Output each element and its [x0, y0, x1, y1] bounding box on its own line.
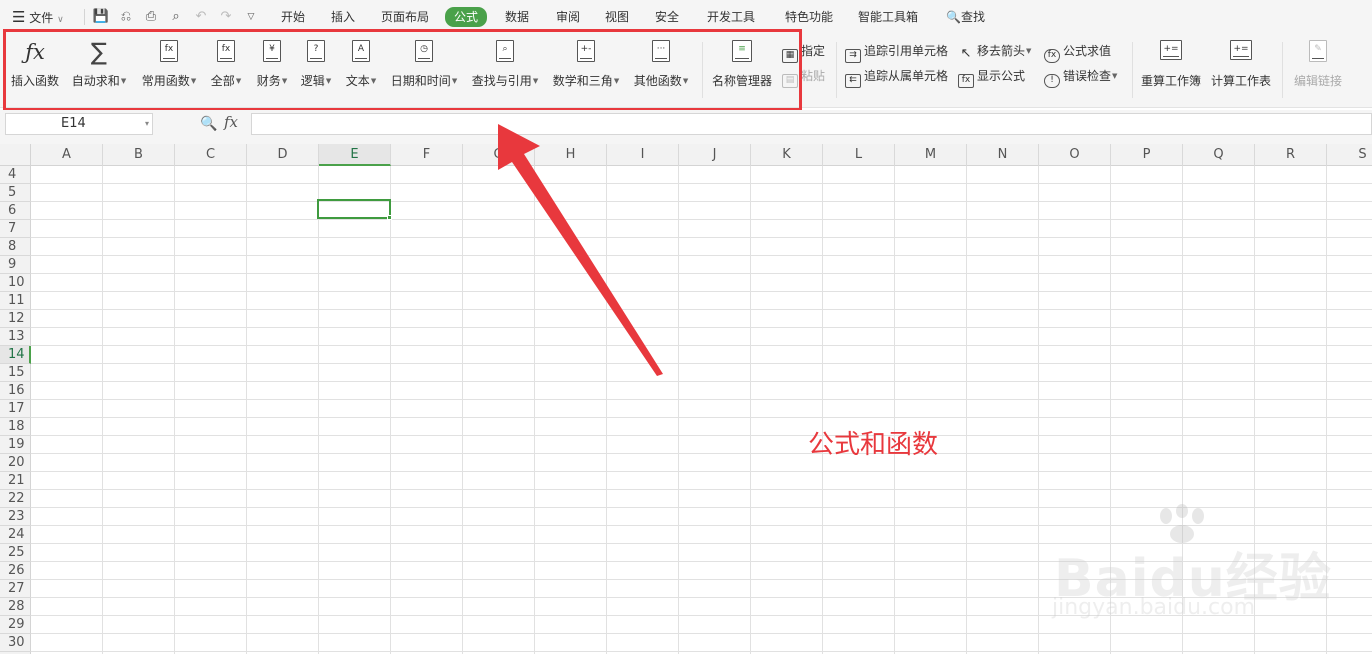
remove-arrows-icon: ↖ — [960, 46, 972, 61]
column-header-l[interactable]: L — [823, 144, 895, 166]
column-header-f[interactable]: F — [391, 144, 463, 166]
row-header-4[interactable]: 4 — [0, 166, 31, 184]
chevron-down-icon: ▾ — [144, 119, 149, 128]
save-icon[interactable]: 💾 — [92, 8, 110, 26]
calc-sheet-icon: += — [1229, 40, 1253, 64]
row-header-7[interactable]: 7 — [0, 220, 31, 238]
row-header-16[interactable]: 16 — [0, 382, 31, 400]
search-icon: 🔍 — [946, 10, 961, 24]
column-header-j[interactable]: J — [679, 144, 751, 166]
annotation-highlight-box — [3, 29, 802, 111]
format-painter-icon[interactable]: ⎌ — [117, 8, 135, 26]
row-header-25[interactable]: 25 — [0, 544, 31, 562]
error-checking-button[interactable]: ! 错误检查▼ — [1044, 67, 1117, 88]
column-header-d[interactable]: D — [247, 144, 319, 166]
formula-bar: E14 ▾ 🔍 fx — [0, 110, 1372, 144]
row-header-20[interactable]: 20 — [0, 454, 31, 472]
formula-input[interactable] — [251, 113, 1372, 135]
column-header-o[interactable]: O — [1039, 144, 1111, 166]
column-header-r[interactable]: R — [1255, 144, 1327, 166]
row-header-15[interactable]: 15 — [0, 364, 31, 382]
print-icon[interactable]: ⎙ — [142, 8, 160, 26]
edit-links-icon: ✎ — [1307, 40, 1329, 64]
row-header-17[interactable]: 17 — [0, 400, 31, 418]
chevron-down-icon: ∨ — [57, 15, 64, 25]
column-header-s[interactable]: S — [1327, 144, 1372, 166]
column-header-c[interactable]: C — [175, 144, 247, 166]
row-header-29[interactable]: 29 — [0, 616, 31, 634]
row-header-6[interactable]: 6 — [0, 202, 31, 220]
trace-dependents-button[interactable]: ⇇ 追踪从属单元格 — [845, 67, 948, 88]
annotation-label: 公式和函数 — [808, 430, 939, 460]
hamburger-icon: ☰ — [12, 8, 26, 26]
trace-precedents-icon: ⇉ — [845, 49, 861, 63]
row-header-26[interactable]: 26 — [0, 562, 31, 580]
separator — [836, 42, 837, 98]
separator — [1282, 42, 1283, 98]
calc-sheet-button[interactable]: += 计算工作表 — [1208, 38, 1274, 102]
show-formulas-icon: fx — [958, 74, 974, 88]
row-header-14[interactable]: 14 — [0, 346, 31, 364]
edit-links-button[interactable]: ✎ 编辑链接 — [1288, 38, 1348, 102]
row-header-12[interactable]: 12 — [0, 310, 31, 328]
zoom-icon[interactable]: 🔍 — [199, 114, 219, 134]
tab-formulas[interactable]: 公式 — [445, 7, 488, 27]
evaluate-formula-button[interactable]: fx 公式求值 — [1044, 42, 1111, 63]
row-header-22[interactable]: 22 — [0, 490, 31, 508]
undo-icon[interactable]: ↶ — [192, 8, 210, 26]
column-header-k[interactable]: K — [751, 144, 823, 166]
remove-arrows-button[interactable]: ↖ 移去箭头▼ — [958, 42, 1032, 61]
fill-handle[interactable] — [387, 215, 392, 220]
customize-toolbar-icon[interactable]: ▽ — [242, 8, 260, 26]
trace-dependents-icon: ⇇ — [845, 74, 861, 88]
row-header-9[interactable]: 9 — [0, 256, 31, 274]
row-header-column: 4 5 6 7 8 9 10 11 12 13 14 15 16 17 18 19 20 21 22 23 24 25 26… — [0, 166, 31, 654]
trace-precedents-button[interactable]: ⇉ 追踪引用单元格 — [845, 42, 948, 63]
select-all-corner[interactable] — [0, 144, 31, 166]
separator — [84, 9, 85, 25]
search-button[interactable]: 🔍查找 — [946, 0, 985, 34]
column-header-h[interactable]: H — [535, 144, 607, 166]
watermark-url: jingyan.baidu.com — [1052, 595, 1256, 620]
name-box[interactable]: E14 ▾ — [5, 113, 153, 135]
column-header-n[interactable]: N — [967, 144, 1039, 166]
show-formulas-button[interactable]: fx 显示公式 — [958, 67, 1025, 88]
column-header-row: ABCDEFGHIJKLMNOPQRS — [0, 144, 1372, 166]
column-header-p[interactable]: P — [1111, 144, 1183, 166]
tab-smart-toolbox[interactable]: 智能工具箱 — [858, 0, 918, 34]
separator — [1132, 42, 1133, 98]
row-header-5[interactable]: 5 — [0, 184, 31, 202]
recalc-workbook-button[interactable]: += 重算工作簿 — [1138, 38, 1204, 102]
fx-icon[interactable]: fx — [224, 113, 238, 131]
row-header-24[interactable]: 24 — [0, 526, 31, 544]
selected-cell[interactable] — [317, 199, 391, 219]
print-preview-icon[interactable]: ⌕ — [167, 8, 185, 26]
row-header-30[interactable]: 30 — [0, 634, 31, 652]
evaluate-formula-icon: fx — [1044, 49, 1060, 63]
row-header-18[interactable]: 18 — [0, 418, 31, 436]
row-header-10[interactable]: 10 — [0, 274, 31, 292]
recalc-workbook-icon: += — [1159, 40, 1183, 64]
row-header-21[interactable]: 21 — [0, 472, 31, 490]
column-header-a[interactable]: A — [31, 144, 103, 166]
column-header-m[interactable]: M — [895, 144, 967, 166]
column-header-g[interactable]: G — [463, 144, 535, 166]
baidu-watermark: Baidu经验 jingyan.baidu.com — [1040, 500, 1340, 630]
row-header-19[interactable]: 19 — [0, 436, 31, 454]
row-header-8[interactable]: 8 — [0, 238, 31, 256]
row-header-13[interactable]: 13 — [0, 328, 31, 346]
column-header-e[interactable]: E — [319, 144, 391, 166]
column-header-q[interactable]: Q — [1183, 144, 1255, 166]
row-header-28[interactable]: 28 — [0, 598, 31, 616]
row-header-11[interactable]: 11 — [0, 292, 31, 310]
row-header-27[interactable]: 27 — [0, 580, 31, 598]
error-icon: ! — [1044, 74, 1060, 88]
column-header-b[interactable]: B — [103, 144, 175, 166]
column-header-i[interactable]: I — [607, 144, 679, 166]
row-header-23[interactable]: 23 — [0, 508, 31, 526]
redo-icon[interactable]: ↷ — [217, 8, 235, 26]
